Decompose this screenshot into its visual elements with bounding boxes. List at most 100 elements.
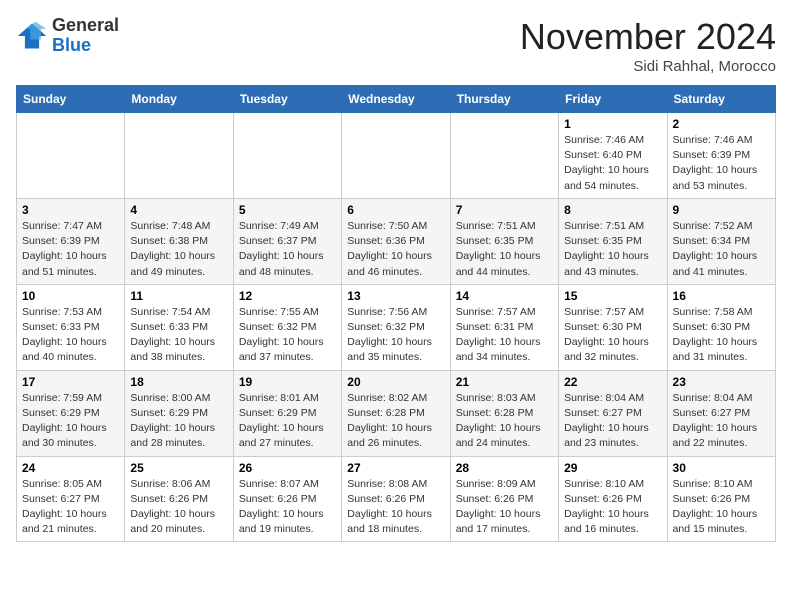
calendar-cell: 12 Sunrise: 7:55 AM Sunset: 6:32 PM Dayli… bbox=[233, 284, 341, 370]
week-row-3: 10 Sunrise: 7:53 AM Sunset: 6:33 PM Dayli… bbox=[17, 284, 776, 370]
day-number: 10 bbox=[22, 289, 119, 303]
calendar-cell: 26 Sunrise: 8:07 AM Sunset: 6:26 PM Dayli… bbox=[233, 456, 341, 542]
day-number: 22 bbox=[564, 375, 661, 389]
day-number: 27 bbox=[347, 461, 444, 475]
day-number: 29 bbox=[564, 461, 661, 475]
day-info: Sunrise: 8:10 AM Sunset: 6:26 PM Dayligh… bbox=[673, 477, 770, 538]
weekday-header-sunday: Sunday bbox=[17, 86, 125, 113]
day-number: 15 bbox=[564, 289, 661, 303]
day-info: Sunrise: 8:09 AM Sunset: 6:26 PM Dayligh… bbox=[456, 477, 553, 538]
week-row-2: 3 Sunrise: 7:47 AM Sunset: 6:39 PM Daylig… bbox=[17, 198, 776, 284]
day-info: Sunrise: 7:54 AM Sunset: 6:33 PM Dayligh… bbox=[130, 305, 227, 366]
day-info: Sunrise: 8:10 AM Sunset: 6:26 PM Dayligh… bbox=[564, 477, 661, 538]
day-number: 21 bbox=[456, 375, 553, 389]
calendar-cell: 25 Sunrise: 8:06 AM Sunset: 6:26 PM Dayli… bbox=[125, 456, 233, 542]
day-info: Sunrise: 8:03 AM Sunset: 6:28 PM Dayligh… bbox=[456, 391, 553, 452]
calendar-cell: 15 Sunrise: 7:57 AM Sunset: 6:30 PM Dayli… bbox=[559, 284, 667, 370]
day-info: Sunrise: 7:47 AM Sunset: 6:39 PM Dayligh… bbox=[22, 219, 119, 280]
calendar-cell: 8 Sunrise: 7:51 AM Sunset: 6:35 PM Daylig… bbox=[559, 198, 667, 284]
calendar-cell: 24 Sunrise: 8:05 AM Sunset: 6:27 PM Dayli… bbox=[17, 456, 125, 542]
day-number: 9 bbox=[673, 203, 770, 217]
calendar-cell bbox=[233, 113, 341, 199]
day-number: 13 bbox=[347, 289, 444, 303]
day-info: Sunrise: 7:51 AM Sunset: 6:35 PM Dayligh… bbox=[456, 219, 553, 280]
day-info: Sunrise: 7:46 AM Sunset: 6:40 PM Dayligh… bbox=[564, 133, 661, 194]
month-title: November 2024 bbox=[520, 16, 776, 58]
weekday-header-row: SundayMondayTuesdayWednesdayThursdayFrid… bbox=[17, 86, 776, 113]
day-number: 28 bbox=[456, 461, 553, 475]
day-number: 25 bbox=[130, 461, 227, 475]
day-number: 3 bbox=[22, 203, 119, 217]
week-row-1: 1 Sunrise: 7:46 AM Sunset: 6:40 PM Daylig… bbox=[17, 113, 776, 199]
logo: General Blue bbox=[16, 16, 119, 56]
calendar-table: SundayMondayTuesdayWednesdayThursdayFrid… bbox=[16, 85, 776, 542]
day-number: 11 bbox=[130, 289, 227, 303]
calendar-cell: 3 Sunrise: 7:47 AM Sunset: 6:39 PM Daylig… bbox=[17, 198, 125, 284]
calendar-cell: 22Sunrise: 8:04 AM Sunset: 6:27 PM Dayli… bbox=[559, 370, 667, 456]
day-info: Sunrise: 7:56 AM Sunset: 6:32 PM Dayligh… bbox=[347, 305, 444, 366]
page-header: General Blue November 2024 Sidi Rahhal, … bbox=[16, 16, 776, 75]
location: Sidi Rahhal, Morocco bbox=[520, 58, 776, 75]
weekday-header-thursday: Thursday bbox=[450, 86, 558, 113]
day-info: Sunrise: 7:57 AM Sunset: 6:30 PM Dayligh… bbox=[564, 305, 661, 366]
day-number: 6 bbox=[347, 203, 444, 217]
calendar-cell: 16 Sunrise: 7:58 AM Sunset: 6:30 PM Dayli… bbox=[667, 284, 775, 370]
day-number: 19 bbox=[239, 375, 336, 389]
weekday-header-saturday: Saturday bbox=[667, 86, 775, 113]
calendar-cell: 6 Sunrise: 7:50 AM Sunset: 6:36 PM Daylig… bbox=[342, 198, 450, 284]
day-number: 1 bbox=[564, 117, 661, 131]
day-info: Sunrise: 7:52 AM Sunset: 6:34 PM Dayligh… bbox=[673, 219, 770, 280]
weekday-header-wednesday: Wednesday bbox=[342, 86, 450, 113]
calendar-cell: 30 Sunrise: 8:10 AM Sunset: 6:26 PM Dayli… bbox=[667, 456, 775, 542]
day-info: Sunrise: 8:08 AM Sunset: 6:26 PM Dayligh… bbox=[347, 477, 444, 538]
calendar-cell: 1 Sunrise: 7:46 AM Sunset: 6:40 PM Daylig… bbox=[559, 113, 667, 199]
day-info: Sunrise: 8:05 AM Sunset: 6:27 PM Dayligh… bbox=[22, 477, 119, 538]
calendar-cell: 11 Sunrise: 7:54 AM Sunset: 6:33 PM Dayli… bbox=[125, 284, 233, 370]
calendar-cell: 5Sunrise: 7:49 AM Sunset: 6:37 PM Daylig… bbox=[233, 198, 341, 284]
day-number: 16 bbox=[673, 289, 770, 303]
week-row-4: 17 Sunrise: 7:59 AM Sunset: 6:29 PM Dayli… bbox=[17, 370, 776, 456]
day-info: Sunrise: 7:53 AM Sunset: 6:33 PM Dayligh… bbox=[22, 305, 119, 366]
day-info: Sunrise: 7:55 AM Sunset: 6:32 PM Dayligh… bbox=[239, 305, 336, 366]
day-info: Sunrise: 8:04 AM Sunset: 6:27 PM Dayligh… bbox=[673, 391, 770, 452]
day-number: 2 bbox=[673, 117, 770, 131]
day-number: 12 bbox=[239, 289, 336, 303]
day-number: 26 bbox=[239, 461, 336, 475]
calendar-cell: 20Sunrise: 8:02 AM Sunset: 6:28 PM Dayli… bbox=[342, 370, 450, 456]
day-info: Sunrise: 7:58 AM Sunset: 6:30 PM Dayligh… bbox=[673, 305, 770, 366]
day-info: Sunrise: 8:06 AM Sunset: 6:26 PM Dayligh… bbox=[130, 477, 227, 538]
calendar-cell: 4Sunrise: 7:48 AM Sunset: 6:38 PM Daylig… bbox=[125, 198, 233, 284]
day-info: Sunrise: 8:02 AM Sunset: 6:28 PM Dayligh… bbox=[347, 391, 444, 452]
day-number: 7 bbox=[456, 203, 553, 217]
day-info: Sunrise: 8:00 AM Sunset: 6:29 PM Dayligh… bbox=[130, 391, 227, 452]
weekday-header-tuesday: Tuesday bbox=[233, 86, 341, 113]
day-number: 14 bbox=[456, 289, 553, 303]
day-info: Sunrise: 7:46 AM Sunset: 6:39 PM Dayligh… bbox=[673, 133, 770, 194]
calendar-cell: 9 Sunrise: 7:52 AM Sunset: 6:34 PM Daylig… bbox=[667, 198, 775, 284]
calendar-cell: 21 Sunrise: 8:03 AM Sunset: 6:28 PM Dayli… bbox=[450, 370, 558, 456]
day-info: Sunrise: 7:59 AM Sunset: 6:29 PM Dayligh… bbox=[22, 391, 119, 452]
logo-text: General Blue bbox=[52, 16, 119, 56]
weekday-header-friday: Friday bbox=[559, 86, 667, 113]
day-number: 8 bbox=[564, 203, 661, 217]
day-info: Sunrise: 7:57 AM Sunset: 6:31 PM Dayligh… bbox=[456, 305, 553, 366]
day-number: 18 bbox=[130, 375, 227, 389]
weekday-header-monday: Monday bbox=[125, 86, 233, 113]
calendar-cell: 28 Sunrise: 8:09 AM Sunset: 6:26 PM Dayli… bbox=[450, 456, 558, 542]
day-number: 24 bbox=[22, 461, 119, 475]
day-number: 30 bbox=[673, 461, 770, 475]
day-info: Sunrise: 8:07 AM Sunset: 6:26 PM Dayligh… bbox=[239, 477, 336, 538]
day-info: Sunrise: 7:49 AM Sunset: 6:37 PM Dayligh… bbox=[239, 219, 336, 280]
calendar-cell: 14 Sunrise: 7:57 AM Sunset: 6:31 PM Dayli… bbox=[450, 284, 558, 370]
day-number: 17 bbox=[22, 375, 119, 389]
logo-icon bbox=[16, 20, 48, 52]
day-number: 23 bbox=[673, 375, 770, 389]
calendar-cell: 27 Sunrise: 8:08 AM Sunset: 6:26 PM Dayli… bbox=[342, 456, 450, 542]
calendar-cell: 13 Sunrise: 7:56 AM Sunset: 6:32 PM Dayli… bbox=[342, 284, 450, 370]
day-info: Sunrise: 7:51 AM Sunset: 6:35 PM Dayligh… bbox=[564, 219, 661, 280]
calendar-cell bbox=[450, 113, 558, 199]
day-info: Sunrise: 8:01 AM Sunset: 6:29 PM Dayligh… bbox=[239, 391, 336, 452]
calendar-cell: 29 Sunrise: 8:10 AM Sunset: 6:26 PM Dayli… bbox=[559, 456, 667, 542]
day-info: Sunrise: 7:50 AM Sunset: 6:36 PM Dayligh… bbox=[347, 219, 444, 280]
week-row-5: 24 Sunrise: 8:05 AM Sunset: 6:27 PM Dayli… bbox=[17, 456, 776, 542]
